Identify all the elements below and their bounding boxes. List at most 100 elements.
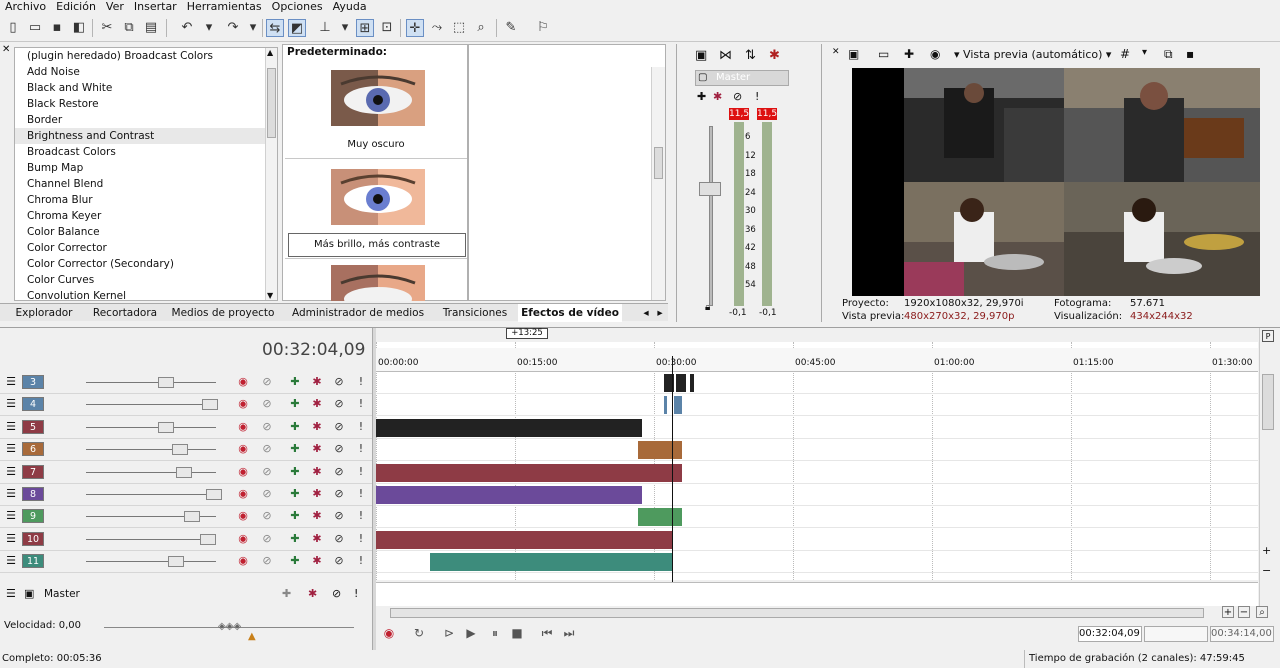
mixer-fader-track[interactable]: [709, 126, 713, 306]
cut-icon[interactable]: ✂: [98, 19, 116, 37]
track-level-knob[interactable]: [202, 399, 218, 411]
fx-list-scrollbar[interactable]: ▲ ▼: [265, 48, 277, 300]
track-fx-chain-icon[interactable]: ✱: [310, 465, 324, 479]
track-header[interactable]: ☰ 6 ◉ ⊘ ✚ ✱ ⊘!: [0, 439, 372, 462]
track-solo-icon[interactable]: !: [354, 465, 368, 479]
zoom-in-icon[interactable]: +: [1262, 544, 1271, 557]
mixer-insert-fx-icon[interactable]: ✚: [697, 90, 706, 103]
fx-list-item[interactable]: Color Curves: [15, 272, 277, 288]
media-event[interactable]: [674, 396, 682, 415]
fx-list-item[interactable]: Border: [15, 112, 277, 128]
tab-administrador-de-medios[interactable]: Administrador de medios: [290, 304, 426, 322]
track-lane[interactable]: [376, 372, 1258, 394]
fx-list-item[interactable]: Color Balance: [15, 224, 277, 240]
copy-icon[interactable]: ⧉: [120, 19, 138, 37]
brush-icon[interactable]: ✎: [502, 19, 520, 37]
track-lane[interactable]: [376, 551, 1258, 574]
fx-list-item[interactable]: (plugin heredado) Broadcast Colors: [15, 48, 277, 64]
paste-icon[interactable]: ▤: [142, 19, 160, 37]
track-minimize-icon[interactable]: ☰: [4, 532, 18, 546]
track-solo-icon[interactable]: !: [354, 554, 368, 568]
open-folder-icon[interactable]: ▭: [26, 19, 44, 37]
track-header[interactable]: ☰ 11 ◉ ⊘ ✚ ✱ ⊘!: [0, 551, 372, 574]
track-level-slider[interactable]: [86, 426, 216, 428]
mixer-mute-icon[interactable]: ⊘: [733, 90, 742, 103]
playhead-cursor[interactable]: [672, 356, 673, 604]
track-fx-icon[interactable]: ✚: [288, 509, 302, 523]
tab-efectos-de-video[interactable]: Efectos de vídeo: [518, 304, 622, 322]
track-fx-icon[interactable]: ✚: [288, 375, 302, 389]
track-fx-icon[interactable]: ✚: [288, 487, 302, 501]
copy-snapshot-icon[interactable]: ⧉: [1164, 47, 1173, 62]
fx-list-item[interactable]: Bump Map: [15, 160, 277, 176]
bypass-motion-blur-icon[interactable]: ⊘: [260, 420, 274, 434]
track-level-knob[interactable]: [158, 377, 174, 388]
track-minimize-icon[interactable]: ☰: [4, 554, 18, 568]
play-from-start-icon[interactable]: ⊳: [442, 626, 456, 640]
track-fx-icon[interactable]: ✚: [288, 554, 302, 568]
track-solo-icon[interactable]: !: [354, 375, 368, 389]
master-icon[interactable]: ▣: [24, 587, 34, 600]
preset-item[interactable]: Muy oscuro: [285, 59, 467, 159]
track-level-slider[interactable]: [86, 449, 216, 451]
track-solo-icon[interactable]: !: [354, 487, 368, 501]
track-mute-icon[interactable]: ⊘: [332, 509, 346, 523]
tab-explorador[interactable]: Explorador: [4, 304, 84, 322]
media-event[interactable]: [430, 553, 672, 572]
rate-slider-knob[interactable]: ◈◈◈: [218, 621, 241, 632]
fx-list-item[interactable]: Color Corrector: [15, 240, 277, 256]
track-header[interactable]: ☰ 5 ◉ ⊘ ✚ ✱ ⊘!: [0, 417, 372, 439]
tab-transiciones[interactable]: Transiciones: [434, 304, 516, 322]
stop-icon[interactable]: ■: [510, 626, 524, 640]
scroll-thumb[interactable]: [267, 68, 276, 138]
zoom-out-icon[interactable]: −: [1238, 606, 1250, 618]
track-fx-chain-icon[interactable]: ✱: [310, 397, 324, 411]
record-arm-icon[interactable]: ◉: [236, 554, 250, 568]
track-lane[interactable]: [376, 417, 1258, 439]
tab-scroll-right-icon[interactable]: ▸: [654, 304, 666, 322]
timeline-vscroll[interactable]: P + −: [1259, 328, 1276, 608]
mixer-fx-chain-icon[interactable]: ✱: [713, 90, 722, 103]
track-minimize-icon[interactable]: ☰: [4, 397, 18, 411]
zoom-tool-icon[interactable]: ⌕: [1256, 606, 1268, 618]
preview-mode-dropdown[interactable]: ▾ Vista previa (automático) ▾: [954, 48, 1111, 61]
track-minimize-icon[interactable]: ☰: [4, 465, 18, 479]
menu-edicion[interactable]: Edición: [51, 0, 101, 14]
record-arm-icon[interactable]: ◉: [236, 487, 250, 501]
track-minimize-icon[interactable]: ☰: [4, 375, 18, 389]
go-to-end-icon[interactable]: ⏭︎: [562, 626, 576, 640]
markers-icon[interactable]: P: [1262, 330, 1274, 342]
undo-dropdown-icon[interactable]: ▾: [200, 19, 218, 37]
tab-recortadora[interactable]: Recortadora: [84, 304, 166, 322]
media-event[interactable]: [376, 418, 642, 437]
fx-list-item[interactable]: Color Corrector (Secondary): [15, 256, 277, 272]
overlays-icon[interactable]: #: [1120, 47, 1130, 61]
fx-list-item[interactable]: Broadcast Colors: [15, 144, 277, 160]
mixer-lock-icon[interactable]: 🔒︎: [705, 302, 710, 313]
menu-archivo[interactable]: Archivo: [0, 0, 51, 14]
close-icon[interactable]: ✕: [832, 47, 840, 57]
menu-insertar[interactable]: Insertar: [129, 0, 182, 14]
track-minimize-icon[interactable]: ☰: [4, 509, 18, 523]
close-icon[interactable]: ✕: [2, 44, 14, 56]
track-minimize-icon[interactable]: ☰: [4, 442, 18, 456]
track-solo-icon[interactable]: !: [354, 420, 368, 434]
track-level-knob[interactable]: [168, 556, 184, 568]
fx-list-item[interactable]: Brightness and Contrast: [15, 128, 277, 144]
track-fx-chain-icon[interactable]: ✱: [310, 375, 324, 389]
track-mute-icon[interactable]: ⊘: [332, 465, 346, 479]
save-icon[interactable]: ▪: [48, 19, 66, 37]
menu-ver[interactable]: Ver: [101, 0, 129, 14]
zoom-in-icon[interactable]: +: [1222, 606, 1234, 618]
track-solo-icon[interactable]: !: [354, 532, 368, 546]
save-snapshot-icon[interactable]: ▪: [1186, 47, 1194, 61]
undo-icon[interactable]: ↶: [178, 19, 196, 37]
track-fx-chain-icon[interactable]: ✱: [310, 442, 324, 456]
track-lane[interactable]: [376, 529, 1258, 551]
track-header[interactable]: ☰ 9 ◉ ⊘ ✚ ✱ ⊘!: [0, 506, 372, 529]
mixer-props-icon[interactable]: ▣: [695, 48, 707, 63]
track-solo-icon[interactable]: !: [354, 397, 368, 411]
split-screen-icon[interactable]: ◉: [930, 47, 940, 61]
media-event[interactable]: [376, 530, 672, 549]
bypass-motion-blur-icon[interactable]: ⊘: [260, 509, 274, 523]
